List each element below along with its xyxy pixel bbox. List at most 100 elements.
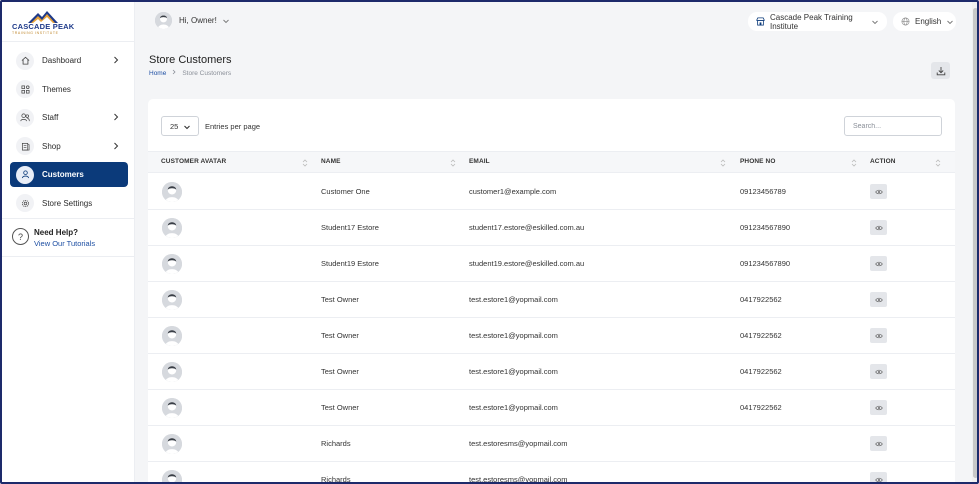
- view-customer-button[interactable]: [870, 472, 887, 482]
- search-input[interactable]: [844, 116, 942, 136]
- chevron-right-icon: [114, 142, 119, 149]
- user-avatar-icon: [162, 362, 182, 382]
- view-customer-button[interactable]: [870, 220, 887, 235]
- sidebar-divider: [2, 218, 135, 219]
- column-header-phone[interactable]: PHONE NO: [740, 158, 775, 165]
- sidebar-item-themes[interactable]: Themes: [10, 77, 128, 102]
- sort-icon[interactable]: [720, 158, 726, 168]
- customer-avatar: [162, 182, 182, 202]
- grid-icon: [16, 80, 34, 98]
- customer-email: test.estoresms@yopmail.com: [469, 439, 568, 448]
- view-customer-button[interactable]: [870, 436, 887, 451]
- download-button[interactable]: [931, 62, 950, 79]
- institute-name: Cascade Peak Training Institute: [770, 12, 853, 31]
- eye-icon: [874, 333, 883, 339]
- sidebar-item-shop[interactable]: Shop: [10, 134, 128, 159]
- customer-avatar: [162, 398, 182, 418]
- view-customer-button[interactable]: [870, 400, 887, 415]
- chevron-down-icon: [184, 125, 190, 130]
- sidebar-item-label: Staff: [42, 113, 59, 122]
- customer-phone: 0417922562: [740, 367, 782, 376]
- view-customer-button[interactable]: [870, 292, 887, 307]
- table-row: Student19 Estore student19.estore@eskille…: [148, 246, 955, 282]
- sidebar-nav: Dashboard Themes Staff Shop Customers St…: [10, 48, 128, 219]
- view-customer-button[interactable]: [870, 256, 887, 271]
- sort-icon[interactable]: [935, 158, 941, 168]
- eye-icon: [874, 405, 883, 411]
- customer-name: Student17 Estore: [321, 223, 379, 232]
- customer-name: Richards: [321, 439, 351, 448]
- table-row: Student17 Estore student17.estore@eskille…: [148, 210, 955, 246]
- column-header-name[interactable]: NAME: [321, 158, 341, 165]
- table-header: CUSTOMER AVATAR NAME EMAIL PHONE NO ACTI…: [148, 151, 955, 173]
- view-customer-button[interactable]: [870, 184, 887, 199]
- page-scrollbar[interactable]: [972, 2, 977, 482]
- tutorials-link[interactable]: View Our Tutorials: [34, 239, 95, 248]
- view-customer-button[interactable]: [870, 364, 887, 379]
- brand-tagline: TRAINING INSTITUTE: [12, 31, 59, 35]
- customer-phone: 091234567890: [740, 223, 791, 232]
- customer-email: customer1@example.com: [469, 187, 557, 196]
- customer-name: Test Owner: [321, 367, 359, 376]
- customer-email: test.estore1@yopmail.com: [469, 331, 558, 340]
- customer-email: test.estore1@yopmail.com: [469, 367, 558, 376]
- column-header-avatar[interactable]: CUSTOMER AVATAR: [161, 158, 226, 165]
- user-avatar-icon: [162, 218, 182, 238]
- customer-avatar: [162, 218, 182, 238]
- app-window: CASCADE PEAK TRAINING INSTITUTE Dashboar…: [0, 0, 979, 484]
- view-customer-button[interactable]: [870, 328, 887, 343]
- customer-name: Customer One: [321, 187, 370, 196]
- breadcrumb-current: Store Customers: [182, 69, 232, 77]
- sidebar-item-label: Themes: [42, 84, 71, 94]
- sidebar-item-label: Store Settings: [42, 198, 93, 208]
- brand-logo[interactable]: CASCADE PEAK TRAINING INSTITUTE: [12, 10, 74, 36]
- greeting: Hi, Owner!: [179, 16, 217, 25]
- sidebar: CASCADE PEAK TRAINING INSTITUTE Dashboar…: [2, 2, 135, 482]
- scrollbar-thumb[interactable]: [973, 8, 977, 478]
- customer-phone: 09123456789: [740, 187, 786, 196]
- sidebar-item-store-settings[interactable]: Store Settings: [10, 191, 128, 216]
- sidebar-item-customers[interactable]: Customers: [10, 162, 128, 187]
- store-icon: [756, 17, 765, 26]
- chevron-down-icon: [222, 19, 229, 23]
- customer-avatar: [162, 362, 182, 382]
- customer-name: Test Owner: [321, 403, 359, 412]
- sort-icon[interactable]: [851, 158, 857, 168]
- bag-icon: [16, 137, 34, 155]
- chevron-down-icon: [946, 18, 954, 26]
- sidebar-item-label: Shop: [42, 141, 61, 151]
- chevron-down-icon: [871, 18, 879, 26]
- eye-icon: [874, 189, 883, 195]
- page-title: Store Customers: [149, 54, 232, 66]
- institute-selector[interactable]: Cascade Peak Training Institute: [748, 12, 887, 31]
- sidebar-item-label: Dashboard: [42, 56, 82, 65]
- help-section: ? Need Help? View Our Tutorials: [12, 228, 95, 248]
- customer-avatar: [162, 470, 182, 482]
- user-menu[interactable]: Hi, Owner!: [155, 12, 230, 29]
- entries-per-page-select[interactable]: 25: [161, 116, 199, 136]
- home-icon: [16, 51, 34, 70]
- eye-icon: [874, 441, 883, 447]
- eye-icon: [874, 369, 883, 375]
- topbar: Hi, Owner! Cascade Peak Training Institu…: [135, 2, 977, 42]
- user-icon: [16, 165, 34, 184]
- language-selector[interactable]: English: [893, 12, 956, 31]
- column-header-email[interactable]: EMAIL: [469, 158, 490, 165]
- sidebar-item-dashboard[interactable]: Dashboard: [10, 48, 128, 73]
- sort-icon[interactable]: [302, 158, 308, 168]
- customer-phone: 091234567890: [740, 259, 791, 268]
- sidebar-item-staff[interactable]: Staff: [10, 105, 128, 130]
- language-label: English: [915, 17, 942, 26]
- users-icon: [16, 108, 34, 127]
- entries-control: 25 Entries per page: [161, 116, 260, 136]
- chevron-right-icon: [114, 56, 119, 64]
- table-row: Richards test.estoresms@yopmail.com: [148, 462, 955, 482]
- entries-value: 25: [170, 121, 179, 131]
- customer-phone: 0417922562: [740, 295, 782, 304]
- table-row: Test Owner test.estore1@yopmail.com 041792…: [148, 390, 955, 426]
- sort-icon[interactable]: [450, 158, 456, 168]
- user-avatar-icon: [162, 182, 182, 202]
- breadcrumb-home[interactable]: Home: [149, 70, 166, 77]
- table-row: Test Owner test.estore1@yopmail.com 041792…: [148, 282, 955, 318]
- user-avatar-icon: [155, 12, 172, 29]
